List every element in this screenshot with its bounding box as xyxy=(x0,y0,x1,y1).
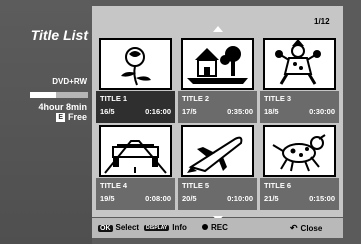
clown-icon xyxy=(263,38,336,90)
free-label: Free xyxy=(67,112,87,122)
title-tile-6[interactable]: TITLE 6 21/5 0:15:00 xyxy=(260,123,339,210)
remaining-time: 4hour 8min xyxy=(38,102,87,112)
free-status: E Free xyxy=(0,112,87,122)
rec-label: REC xyxy=(211,223,228,232)
title-tile-4[interactable]: TITLE 4 19/5 0:08:00 xyxy=(96,123,175,210)
car-road-icon xyxy=(99,125,172,177)
title-date: 18/5 xyxy=(264,107,279,116)
display-key-icon: DISPLAY xyxy=(144,225,170,231)
title-tile-5[interactable]: TITLE 5 20/5 0:10:00 xyxy=(178,123,257,210)
page-title: Title List xyxy=(30,27,88,43)
title-name: TITLE 3 xyxy=(264,94,292,103)
title-info: TITLE 1 16/5 0:16:00 xyxy=(96,91,175,123)
free-badge-icon: E xyxy=(56,113,65,122)
title-date: 20/5 xyxy=(182,194,197,203)
title-date: 16/5 xyxy=(100,107,115,116)
title-name: TITLE 4 xyxy=(100,181,128,190)
sidebar: Title List DVD+RW 4hour 8min E Free xyxy=(0,0,92,244)
close-label: Close xyxy=(300,224,323,233)
disc-type: DVD+RW xyxy=(52,77,87,86)
info-hint[interactable]: DISPLAY Info xyxy=(144,223,187,232)
rec-icon xyxy=(202,224,208,230)
select-hint[interactable]: OK Select xyxy=(98,223,139,232)
title-name: TITLE 1 xyxy=(100,94,128,103)
title-date: 19/5 xyxy=(100,194,115,203)
rose-icon xyxy=(99,38,172,90)
page-indicator: 1/12 xyxy=(314,17,330,26)
title-duration: 0:15:00 xyxy=(309,194,335,203)
dalmatian-icon xyxy=(263,125,336,177)
title-info: TITLE 4 19/5 0:08:00 xyxy=(96,178,175,210)
disc-usage-bar xyxy=(30,92,88,98)
rec-hint[interactable]: REC xyxy=(202,223,228,232)
title-date: 17/5 xyxy=(182,107,197,116)
title-tile-1[interactable]: TITLE 1 16/5 0:16:00 xyxy=(96,36,175,123)
title-tile-2[interactable]: TITLE 2 17/5 0:35:00 xyxy=(178,36,257,123)
key-guide: OK Select DISPLAY Info REC ↶ Close xyxy=(92,218,343,238)
title-date: 21/5 xyxy=(264,194,279,203)
title-duration: 0:35:00 xyxy=(227,107,253,116)
return-arrow-icon: ↶ xyxy=(290,223,298,233)
title-duration: 0:08:00 xyxy=(145,194,171,203)
title-name: TITLE 6 xyxy=(264,181,292,190)
close-hint[interactable]: ↶ Close xyxy=(290,223,322,234)
title-info: TITLE 3 18/5 0:30:00 xyxy=(260,91,339,123)
title-tile-3[interactable]: TITLE 3 18/5 0:30:00 xyxy=(260,36,339,123)
title-name: TITLE 2 xyxy=(182,94,210,103)
title-info: TITLE 6 21/5 0:15:00 xyxy=(260,178,339,210)
select-label: Select xyxy=(115,223,140,232)
title-duration: 0:10:00 xyxy=(227,194,253,203)
scroll-up-icon[interactable] xyxy=(213,26,223,32)
info-label: Info xyxy=(172,223,187,232)
house-icon xyxy=(181,38,254,90)
disc-usage-fill xyxy=(30,92,57,98)
title-duration: 0:16:00 xyxy=(145,107,171,116)
title-duration: 0:30:00 xyxy=(309,107,335,116)
title-info: TITLE 2 17/5 0:35:00 xyxy=(178,91,257,123)
space-shuttle-icon xyxy=(181,125,254,177)
ok-key-icon: OK xyxy=(98,225,113,232)
title-info: TITLE 5 20/5 0:10:00 xyxy=(178,178,257,210)
title-name: TITLE 5 xyxy=(182,181,210,190)
